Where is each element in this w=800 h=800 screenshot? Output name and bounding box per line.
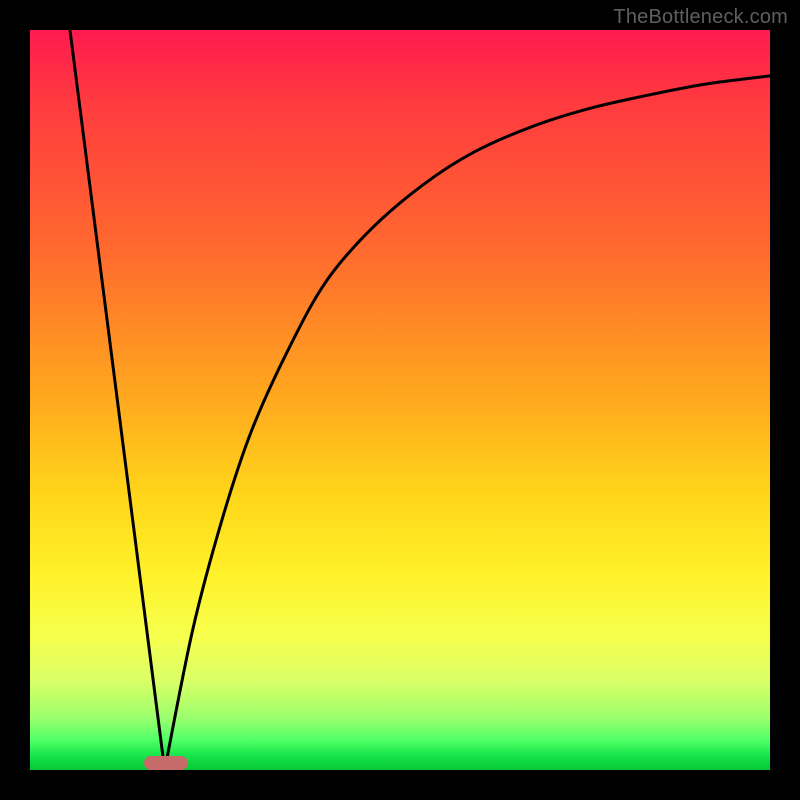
watermark-text: TheBottleneck.com bbox=[613, 6, 788, 29]
optimum-marker bbox=[144, 756, 188, 770]
plot-area bbox=[30, 30, 770, 770]
right-curve bbox=[165, 76, 770, 770]
chart-frame: TheBottleneck.com bbox=[0, 0, 800, 800]
left-line bbox=[70, 30, 165, 770]
curve-layer bbox=[30, 30, 770, 770]
